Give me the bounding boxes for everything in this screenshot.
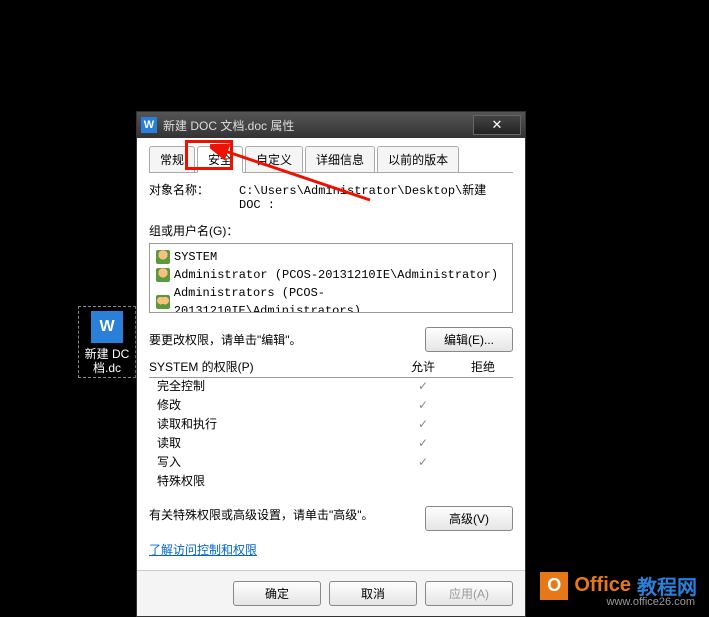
properties-dialog: W 新建 DOC 文档.doc 属性 ✕ 常规 安全 自定义 详细信息 以前的版… (136, 111, 526, 617)
users-listbox[interactable]: SYSTEM Administrator (PCOS-20131210IE\Ad… (149, 243, 513, 313)
ok-button[interactable]: 确定 (233, 581, 321, 606)
dialog-footer: 确定 取消 应用(A) (137, 570, 525, 616)
user-icon (156, 250, 170, 264)
watermark-url: www.office26.com (607, 596, 695, 608)
titlebar[interactable]: W 新建 DOC 文档.doc 属性 ✕ (137, 112, 525, 138)
permission-row: 读取✓ (149, 435, 513, 454)
tab-previous[interactable]: 以前的版本 (377, 146, 459, 172)
tab-custom[interactable]: 自定义 (245, 146, 303, 172)
desktop-file-label: 新建 DC 档.dc (81, 347, 133, 375)
cancel-button[interactable]: 取消 (329, 581, 417, 606)
dialog-title: 新建 DOC 文档.doc 属性 (163, 117, 473, 134)
permissions-list: 完全控制✓修改✓读取和执行✓读取✓写入✓特殊权限 (149, 378, 513, 492)
list-item[interactable]: Administrator (PCOS-20131210IE\Administr… (156, 266, 506, 284)
desktop-file[interactable]: W 新建 DC 档.dc (78, 306, 136, 378)
office-logo-icon: O (540, 572, 568, 600)
object-name-value: C:\Users\Administrator\Desktop\新建 DOC : (239, 181, 513, 212)
object-name-label: 对象名称： (149, 181, 239, 212)
close-button[interactable]: ✕ (473, 115, 521, 135)
tab-security[interactable]: 安全 (197, 146, 243, 173)
edit-button[interactable]: 编辑(E)... (425, 327, 513, 352)
list-item[interactable]: SYSTEM (156, 248, 506, 266)
perm-deny-header: 拒绝 (453, 358, 513, 375)
permission-row: 完全控制✓ (149, 378, 513, 397)
app-icon: W (141, 117, 157, 133)
advanced-hint: 有关特殊权限或高级设置，请单击"高级"。 (149, 506, 425, 523)
perm-header-label: SYSTEM 的权限(P) (149, 358, 393, 375)
object-name-row: 对象名称： C:\Users\Administrator\Desktop\新建 … (149, 181, 513, 212)
perm-allow-header: 允许 (393, 358, 453, 375)
learn-link[interactable]: 了解访问控制和权限 (149, 541, 257, 558)
users-icon (156, 295, 170, 309)
advanced-button[interactable]: 高级(V) (425, 506, 513, 531)
permission-row: 读取和执行✓ (149, 416, 513, 435)
permission-row: 修改✓ (149, 397, 513, 416)
group-users-label: 组或用户名(G)： (149, 222, 513, 239)
user-icon (156, 268, 170, 282)
apply-button[interactable]: 应用(A) (425, 581, 513, 606)
tab-details[interactable]: 详细信息 (305, 146, 375, 172)
list-item[interactable]: Administrators (PCOS-20131210IE\Administ… (156, 284, 506, 313)
wps-doc-icon: W (91, 311, 123, 343)
tab-strip: 常规 安全 自定义 详细信息 以前的版本 (149, 146, 513, 173)
permission-row: 写入✓ (149, 454, 513, 473)
permissions-header: SYSTEM 的权限(P) 允许 拒绝 (149, 358, 513, 378)
edit-hint: 要更改权限，请单击"编辑"。 (149, 331, 425, 348)
tab-general[interactable]: 常规 (149, 146, 195, 172)
permission-row: 特殊权限 (149, 473, 513, 492)
